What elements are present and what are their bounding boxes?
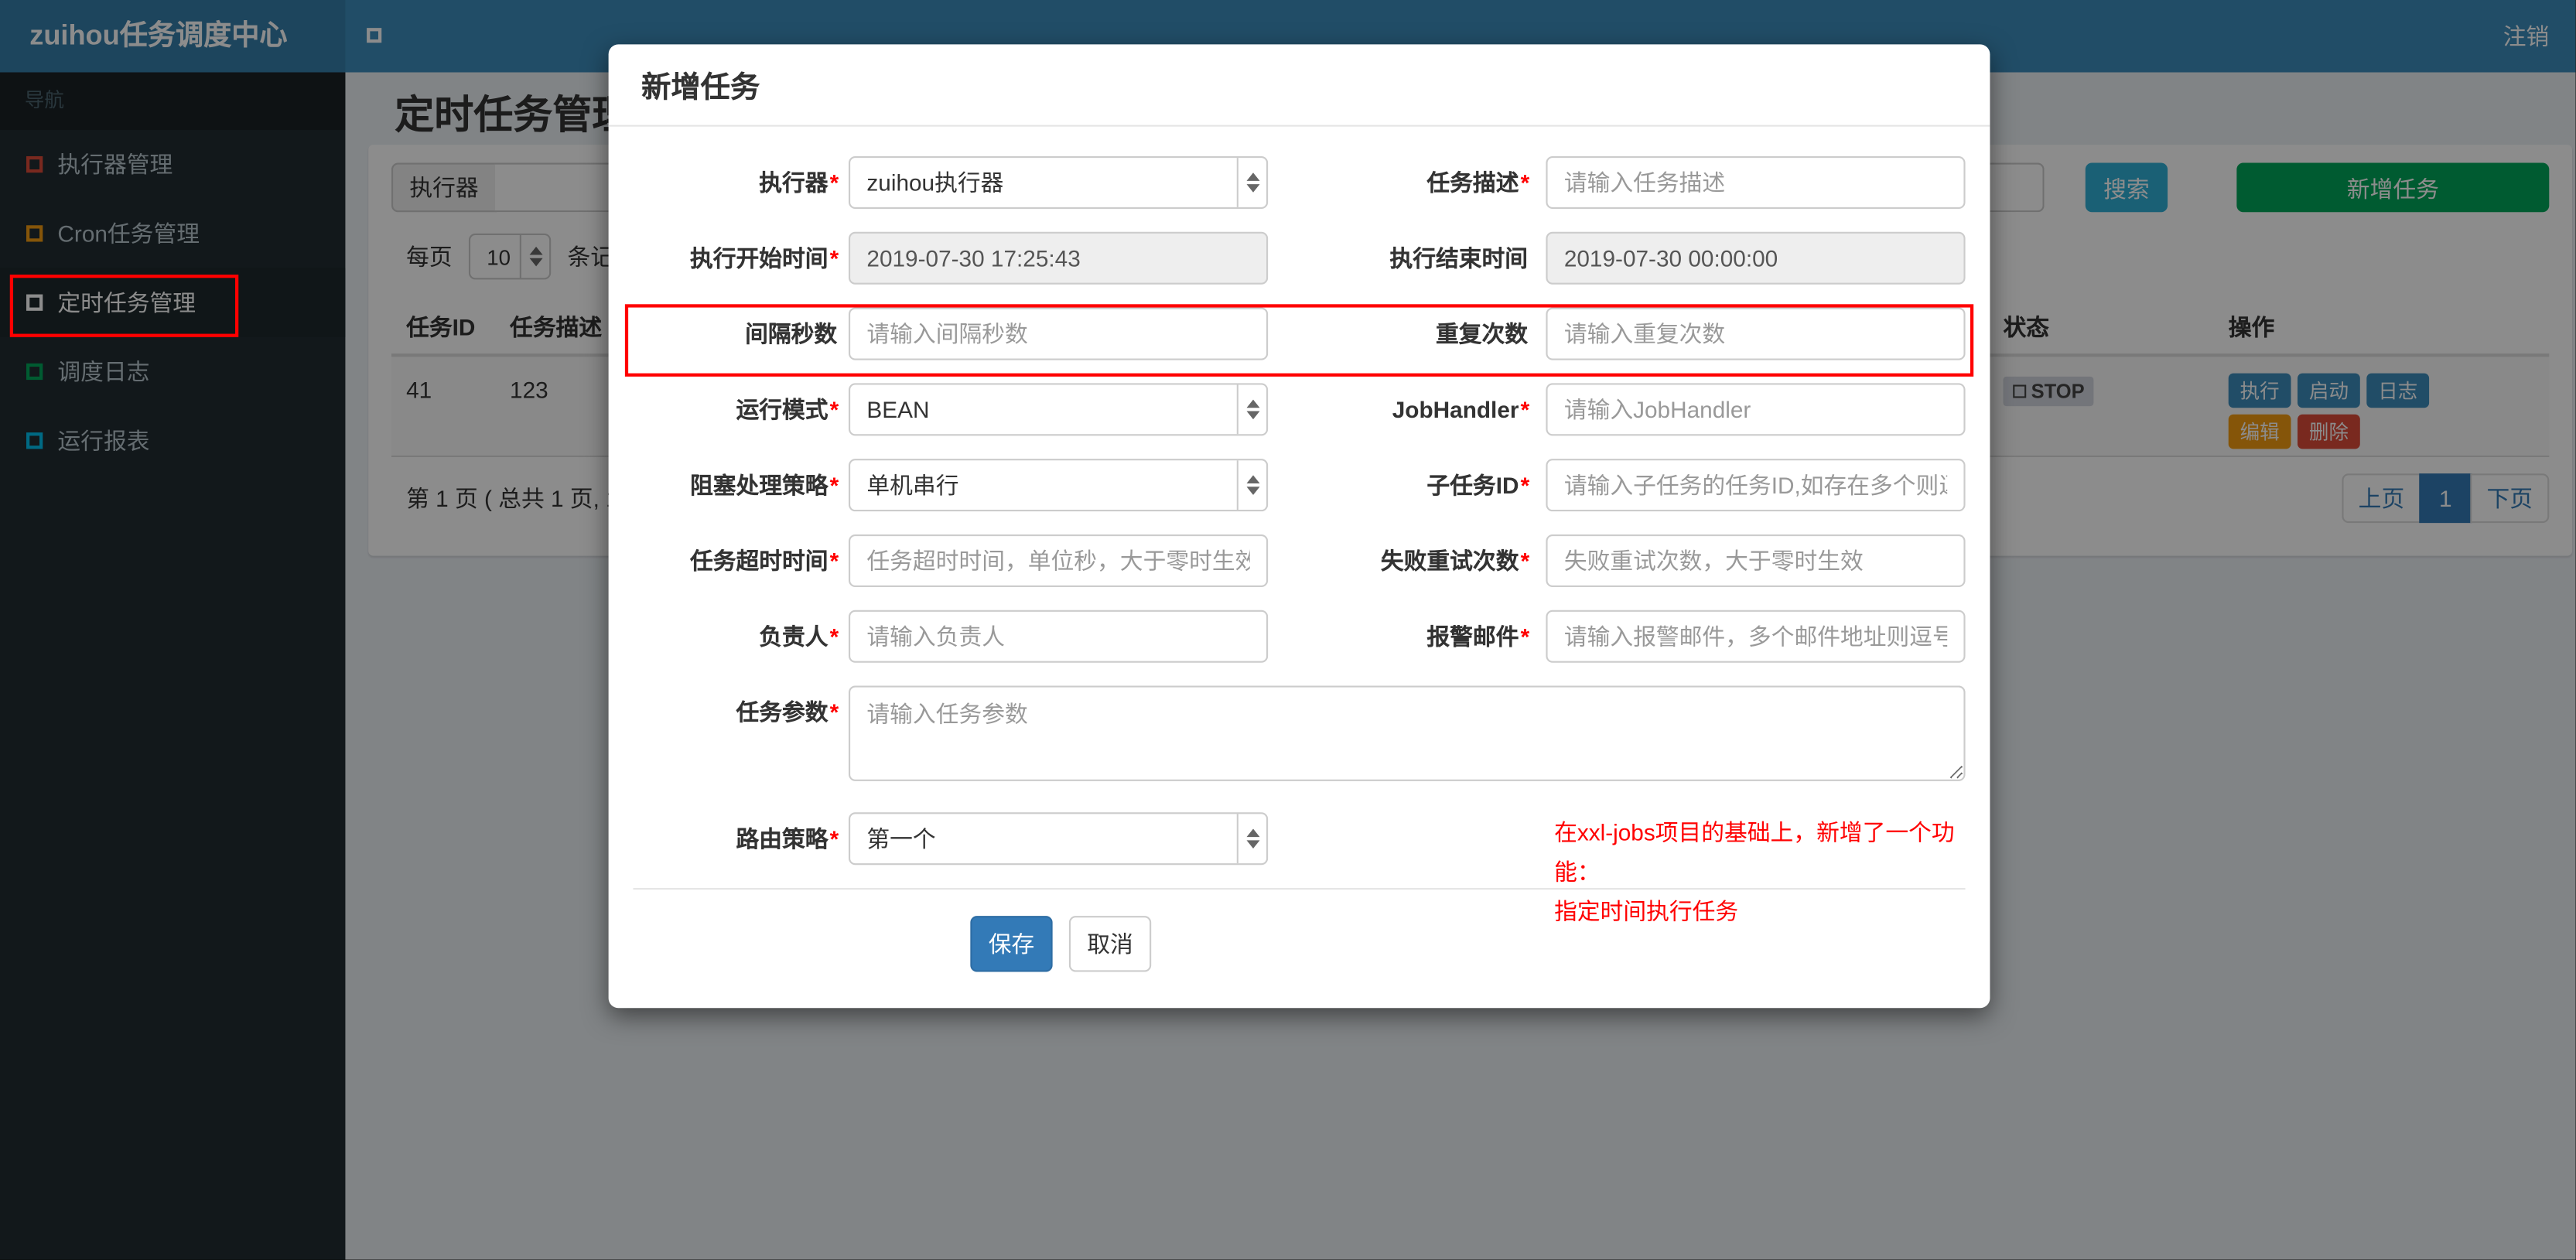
application-window: zuihou任务调度中心 注销 导航 执行器管理 Cron任务管理 定时任务管理… — [0, 0, 2576, 1260]
fail-retry-label: 失败重试次数 * — [1380, 547, 1530, 574]
job-desc-input[interactable] — [1546, 155, 1966, 210]
block-strategy-label: 阻塞处理策略 * — [689, 472, 839, 499]
timeout-input[interactable] — [849, 534, 1269, 587]
start-time-input[interactable] — [849, 231, 1269, 285]
repeat-input[interactable] — [1546, 307, 1966, 360]
interval-input[interactable] — [849, 307, 1269, 360]
route-strategy-label: 路由策略 * — [736, 825, 839, 852]
timeout-label: 任务超时时间 * — [689, 547, 839, 574]
run-mode-select[interactable]: BEAN — [849, 383, 1269, 436]
cancel-button[interactable]: 取消 — [1068, 916, 1152, 972]
select-caret-icon — [1236, 158, 1266, 207]
modal-title: 新增任务 — [641, 70, 760, 103]
feature-note: 在xxl-jobs项目的基础上，新增了一个功能： 指定时间执行任务 — [1554, 812, 1982, 930]
child-job-id-label: 子任务ID * — [1426, 472, 1530, 499]
fail-retry-input[interactable] — [1546, 534, 1966, 587]
job-param-textarea[interactable] — [849, 685, 1966, 781]
repeat-label: 重复次数 — [1435, 320, 1529, 347]
end-time-label: 执行结束时间 — [1389, 244, 1529, 271]
job-handler-input[interactable] — [1546, 383, 1966, 436]
feature-note-line1: 在xxl-jobs项目的基础上，新增了一个功能： — [1554, 818, 1955, 885]
executor-label: 执行器 * — [759, 169, 839, 196]
owner-input[interactable] — [849, 610, 1269, 663]
select-caret-icon — [1236, 384, 1266, 435]
job-handler-label: JobHandler * — [1392, 396, 1530, 423]
save-button[interactable]: 保存 — [970, 916, 1053, 972]
alarm-email-label: 报警邮件 * — [1426, 623, 1530, 650]
owner-label: 负责人 * — [759, 623, 839, 650]
interval-label: 间隔秒数 — [745, 320, 838, 347]
end-time-input[interactable] — [1546, 231, 1966, 285]
modal-header: 新增任务 — [608, 44, 1990, 127]
run-mode-label: 运行模式 * — [736, 396, 839, 423]
executor-select[interactable]: zuihou执行器 — [849, 155, 1269, 210]
select-caret-icon — [1236, 460, 1266, 510]
modal-body: 执行器* zuihou执行器 任务描述* 执行开始时间* 执行结束时间 — [609, 127, 1990, 1009]
feature-note-line2: 指定时间执行任务 — [1554, 897, 1739, 924]
block-strategy-select[interactable]: 单机串行 — [849, 459, 1269, 512]
add-job-modal: 新增任务 执行器* zuihou执行器 任务描述* 执行开始时间* — [608, 44, 1990, 1009]
job-desc-label: 任务描述 * — [1426, 169, 1530, 196]
child-job-id-input[interactable] — [1546, 459, 1966, 512]
route-strategy-select[interactable]: 第一个 — [849, 812, 1269, 866]
job-param-label: 任务参数 * — [736, 698, 839, 726]
alarm-email-input[interactable] — [1546, 610, 1966, 663]
start-time-label: 执行开始时间 * — [689, 244, 839, 271]
select-caret-icon — [1236, 814, 1266, 864]
